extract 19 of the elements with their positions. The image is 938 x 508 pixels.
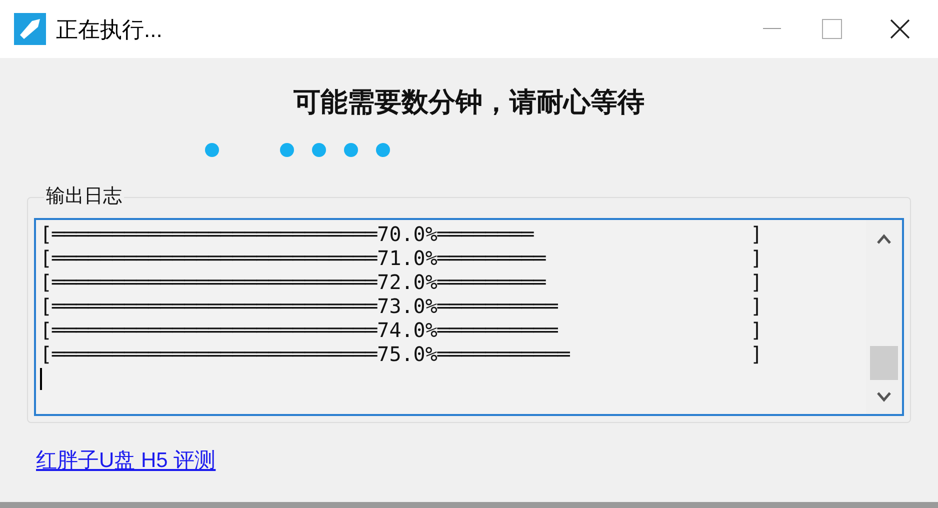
scroll-down-icon	[877, 392, 891, 402]
log-line: [═══════════════════════════73.0%══════════ ]	[40, 294, 762, 318]
log-line: [═══════════════════════════75.0%═══════════ ]	[40, 342, 762, 366]
heading: 可能需要数分钟，请耐心等待	[294, 86, 644, 119]
app-icon	[14, 13, 46, 45]
maximize-icon	[822, 19, 842, 39]
log-line: [═══════════════════════════71.0%═════════ ]	[40, 246, 762, 270]
minimize-icon	[763, 28, 781, 30]
close-icon	[890, 19, 910, 39]
log-line: [═══════════════════════════74.0%══════════ ]	[40, 318, 762, 342]
loading-dots-icon	[205, 142, 391, 156]
log-output[interactable]	[34, 218, 904, 416]
log-line: [═══════════════════════════70.0%════════ ]	[40, 222, 762, 246]
text-cursor	[40, 368, 42, 390]
window-title: 正在执行...	[56, 16, 162, 44]
log-line: [═══════════════════════════72.0%═════════ ]	[40, 270, 762, 294]
scroll-up-icon	[877, 234, 891, 244]
scrollbar-thumb[interactable]	[870, 346, 898, 380]
review-link[interactable]: 红胖子U盘 H5 评测	[36, 444, 216, 476]
